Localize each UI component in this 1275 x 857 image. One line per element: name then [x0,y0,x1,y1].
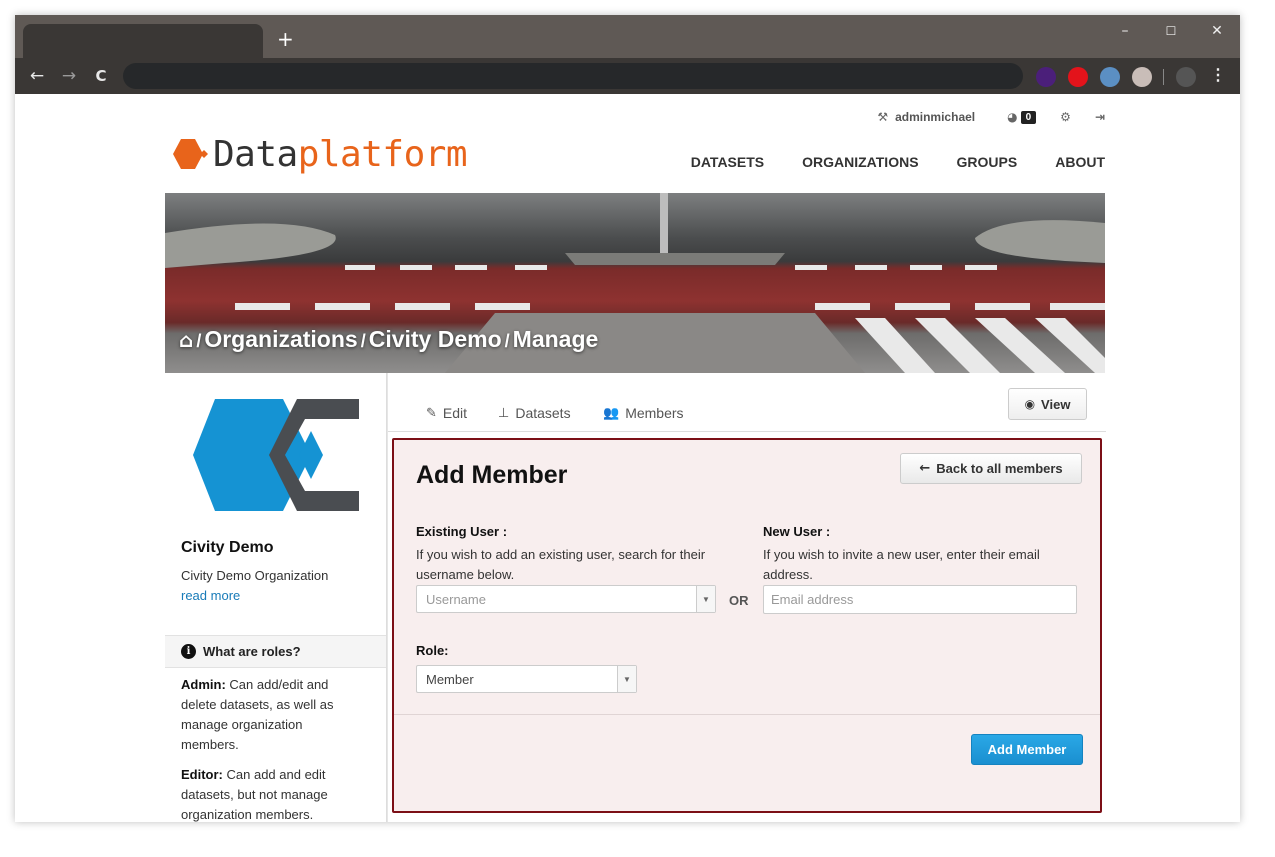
chevron-down-icon: ▼ [696,586,715,612]
org-sidebar: Civity Demo Civity Demo Organization rea… [165,373,387,822]
browser-menu-icon[interactable]: ⋮ [1210,66,1226,86]
nav-organizations[interactable]: ORGANIZATIONS [802,154,918,170]
hammer-icon: ⚒ [877,110,889,124]
nav-groups[interactable]: GROUPS [957,154,1018,170]
browser-toolbar: ← → C ⋮ [15,58,1240,94]
role-label: Role: [416,643,449,658]
reload-icon[interactable]: C [91,66,111,86]
logo-mark-icon [173,139,211,169]
extension-icon-2[interactable] [1068,67,1088,87]
new-user-help: If you wish to invite a new user, enter … [763,547,1040,582]
profile-avatar[interactable] [1176,67,1196,87]
eye-icon: ◉ [1024,397,1036,411]
toolbar-divider [1163,69,1164,85]
new-user-label: New User : [763,524,831,539]
extension-icon-4[interactable] [1132,67,1152,87]
title-bar: + – ☐ ✕ [15,15,1240,58]
extension-icon-3[interactable] [1100,67,1120,87]
info-icon: i [181,644,196,659]
add-member-button[interactable]: Add Member [971,734,1083,765]
logo-text: Dataplatform [213,133,468,175]
nav-datasets[interactable]: DATASETS [691,154,764,170]
gear-icon[interactable]: ⚙ [1060,110,1071,124]
address-bar[interactable] [123,63,1023,89]
dashboard-icon[interactable]: ◕ [1007,110,1017,124]
back-to-members-button[interactable]: ← Back to all members [900,453,1082,484]
read-more-link[interactable]: read more [181,588,240,603]
breadcrumb: ⌂ / Organizations / Civity Demo / Manage [179,326,599,353]
arrow-left-icon: ← [919,461,931,476]
edit-icon: ✎ [426,405,437,421]
user-nav: ⚒ adminmichael ◕ 0 ⚙ ⇥ [877,110,1105,124]
breadcrumb-civity-demo[interactable]: Civity Demo [369,326,502,353]
breadcrumb-manage[interactable]: Manage [513,326,599,353]
sign-out-icon[interactable]: ⇥ [1095,110,1105,124]
tab-members[interactable]: 👥 Members [603,405,684,421]
chevron-down-icon: ▼ [617,666,636,692]
notification-badge[interactable]: 0 [1020,110,1037,124]
manage-tabs: ✎ Edit ⊥ Datasets 👥 Members ◉ View [388,373,1106,432]
site-logo[interactable]: Dataplatform [173,132,468,176]
username-link[interactable]: adminmichael [895,110,975,124]
nav-about[interactable]: ABOUT [1055,154,1105,170]
new-tab-button[interactable]: + [277,29,294,49]
back-arrow-icon[interactable]: ← [27,66,47,86]
browser-window: + – ☐ ✕ ← → C ⋮ ⚒ adminmichael ◕ 0 ⚙ ⇥ D… [15,15,1240,822]
extension-icon-1[interactable] [1036,67,1056,87]
view-button[interactable]: ◉ View [1008,388,1087,420]
sitemap-icon: ⊥ [498,405,510,421]
form-divider [394,714,1100,715]
maximize-button[interactable]: ☐ [1156,21,1186,41]
web-page: ⚒ adminmichael ◕ 0 ⚙ ⇥ Dataplatform DATA… [15,94,1240,822]
minimize-button[interactable]: – [1110,21,1140,41]
close-window-button[interactable]: ✕ [1202,21,1232,41]
username-select[interactable]: Username ▼ [416,585,716,613]
role-editor-description: Editor: Can add and edit datasets, but n… [181,767,328,822]
form-title: Add Member [416,461,568,489]
role-select[interactable]: Member ▼ [416,665,637,693]
home-icon[interactable]: ⌂ [179,328,193,352]
breadcrumb-organizations[interactable]: Organizations [204,326,357,353]
or-separator: OR [729,593,749,608]
users-icon: 👥 [603,405,620,421]
existing-user-label: Existing User : [416,524,508,539]
page-container: ⚒ adminmichael ◕ 0 ⚙ ⇥ Dataplatform DATA… [165,94,1106,822]
add-member-form: Add Member ← Back to all members Existin… [392,438,1102,813]
org-title: Civity Demo [181,539,274,556]
org-description: Civity Demo Organization [181,568,329,583]
existing-user-help: If you wish to add an existing user, sea… [416,547,706,582]
tab-datasets[interactable]: ⊥ Datasets [498,405,571,421]
roles-heading: i What are roles? [165,635,386,668]
org-logo-image[interactable] [193,399,359,512]
browser-tab[interactable] [23,24,263,58]
role-admin-description: Admin: Can add/edit and delete datasets,… [181,677,334,752]
tab-edit[interactable]: ✎ Edit [426,405,467,421]
forward-arrow-icon[interactable]: → [59,66,79,86]
main-content: ✎ Edit ⊥ Datasets 👥 Members ◉ View Add M… [387,373,1106,822]
email-field[interactable] [763,585,1077,614]
main-nav: DATASETS ORGANIZATIONS GROUPS ABOUT [691,154,1105,170]
